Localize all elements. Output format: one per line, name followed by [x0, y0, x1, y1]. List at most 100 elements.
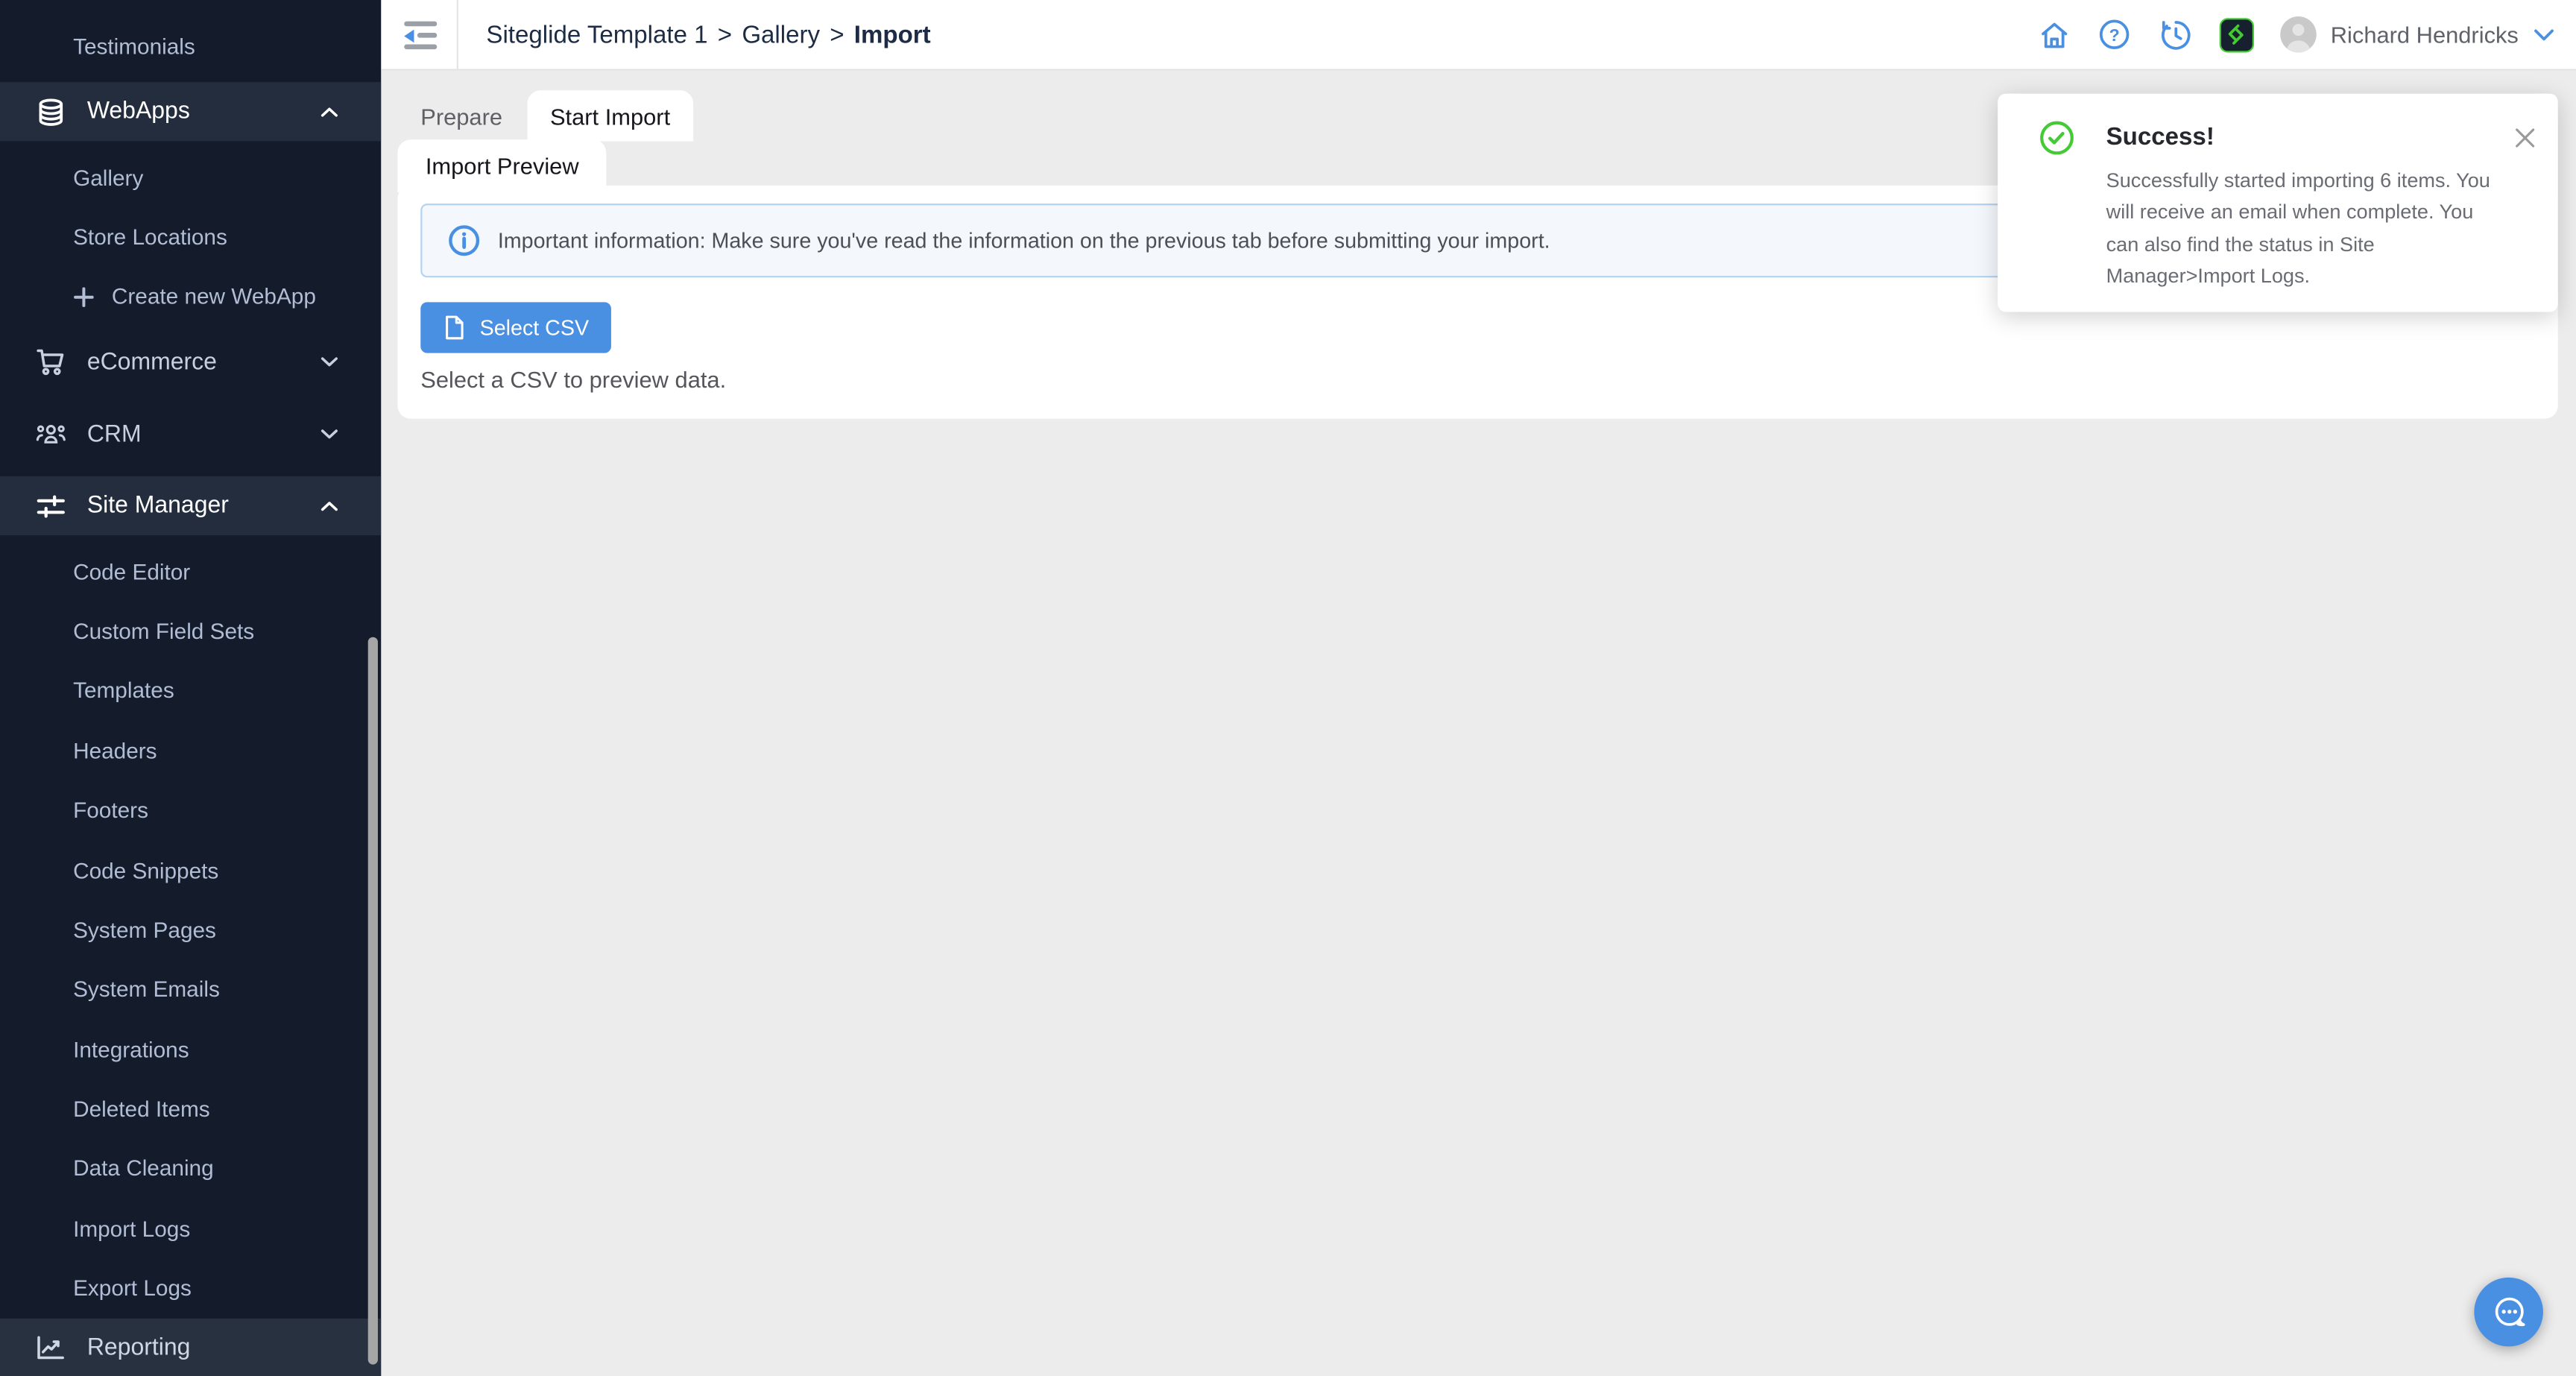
svg-text:?: ? — [2109, 25, 2120, 45]
toast-message: Successfully started importing 6 items. … — [2106, 165, 2527, 292]
sidebar-item-headers[interactable]: Headers — [0, 721, 381, 780]
tab-prepare[interactable]: Prepare — [420, 90, 502, 141]
sidebar-item-footers[interactable]: Footers — [0, 780, 381, 840]
select-csv-label: Select CSV — [480, 315, 590, 340]
breadcrumb-import[interactable]: Import — [854, 21, 931, 48]
close-icon[interactable] — [2513, 127, 2535, 148]
sidebar-item-label: Footers — [73, 798, 148, 823]
breadcrumb-siteglide-template-1[interactable]: Siteglide Template 1 — [486, 21, 707, 48]
toast-message-line: Successfully started importing 6 items. … — [2106, 165, 2527, 198]
breadcrumb[interactable]: Siteglide Template 1 > Gallery > Import — [486, 0, 930, 69]
sidebar-item-label: Export Logs — [73, 1276, 192, 1301]
sidebar-item-label: Integrations — [73, 1038, 189, 1062]
chart-icon — [36, 1335, 66, 1361]
sidebar-item-gallery[interactable]: Gallery — [0, 148, 381, 207]
sidebar-item-testimonials[interactable]: Testimonials — [0, 16, 381, 76]
tab-start-import[interactable]: Start Import — [527, 90, 693, 141]
sidebar-nav-list: Testimonials WebApps Gallery Store Location… — [0, 0, 381, 1376]
file-icon — [443, 315, 465, 340]
sidebar-item-label: Deleted Items — [73, 1097, 210, 1122]
sidebar-item-label: Gallery — [73, 165, 143, 190]
sidebar-item-code-snippets[interactable]: Code Snippets — [0, 840, 381, 900]
collapse-mid — [404, 29, 437, 42]
check-circle-icon — [2039, 120, 2074, 156]
chevron-down-icon — [2534, 27, 2555, 42]
toast-message-line: can also find the status in Site — [2106, 230, 2527, 262]
database-icon — [36, 98, 66, 125]
breadcrumb-separator: > — [830, 21, 844, 48]
sidebar-item-integrations[interactable]: Integrations — [0, 1020, 381, 1079]
avatar — [2279, 16, 2315, 52]
user-name: Richard Hendricks — [2331, 22, 2519, 48]
sidebar-item-label: Custom Field Sets — [73, 619, 254, 643]
sidebar-item-system-emails[interactable]: System Emails — [0, 960, 381, 1020]
sidebar-item-system-pages[interactable]: System Pages — [0, 900, 381, 960]
cart-icon — [36, 349, 66, 376]
sidebar-item-label: Store Locations — [73, 225, 227, 250]
users-icon — [36, 422, 66, 446]
sidebar-scrollbar[interactable] — [368, 637, 378, 1365]
collapse-bar — [404, 22, 437, 26]
chevron-down-icon — [321, 357, 338, 368]
sidebar-item-create-new-webapp[interactable]: Create new WebApp — [0, 268, 381, 327]
sidebar-item-code-editor[interactable]: Code Editor — [0, 542, 381, 602]
sidebar-item-crm[interactable]: CRM — [0, 405, 381, 464]
sidebar-item-webapps[interactable]: WebApps — [0, 82, 381, 142]
chevron-up-icon — [321, 500, 338, 511]
help-icon[interactable]: ? — [2097, 17, 2132, 51]
toast-title: Success! — [2106, 123, 2214, 151]
main-tabs: Prepare Start Import — [420, 90, 693, 141]
sidebar-item-import-logs[interactable]: Import Logs — [0, 1199, 381, 1258]
toast-message-line: will receive an email when complete. You — [2106, 198, 2527, 230]
plus-icon — [74, 287, 93, 306]
sidebar-item-label: Templates — [73, 679, 174, 704]
info-banner-text: Important information: Make sure you've … — [498, 228, 1550, 253]
home-icon[interactable] — [2036, 17, 2071, 51]
sidebar-item-export-logs[interactable]: Export Logs — [0, 1259, 381, 1319]
toast-message-line: Manager>Import Logs. — [2106, 261, 2527, 293]
chat-button[interactable] — [2474, 1278, 2543, 1347]
sidebar-item-label: Import Logs — [73, 1216, 190, 1241]
app-window: Testimonials WebApps Gallery Store Location… — [0, 0, 2576, 1376]
sidebar-item-label: Create new WebApp — [112, 285, 316, 309]
sliders-icon — [36, 492, 66, 520]
sidebar-item-label: Code Editor — [73, 559, 190, 584]
chat-bubble-icon — [2488, 1292, 2529, 1333]
sidebar-item-label: Headers — [73, 739, 157, 763]
sidebar-item-site-manager[interactable]: Site Manager — [0, 476, 381, 536]
siteglide-logo-icon[interactable] — [2219, 17, 2253, 51]
sidebar-item-label: WebApps — [87, 99, 190, 125]
breadcrumb-separator: > — [718, 21, 732, 48]
sidebar-item-templates[interactable]: Templates — [0, 661, 381, 721]
chevron-down-icon — [321, 429, 338, 440]
history-icon[interactable] — [2158, 17, 2192, 51]
sidebar-item-label: System Emails — [73, 977, 220, 1002]
topbar-divider — [457, 0, 458, 69]
info-icon — [447, 224, 482, 258]
sidebar: Testimonials WebApps Gallery Store Location… — [0, 0, 381, 1376]
topbar: Siteglide Template 1 > Gallery > Import ? — [381, 0, 2576, 71]
csv-hint-text: Select a CSV to preview data. — [420, 366, 726, 392]
tab-import-preview[interactable]: Import Preview — [397, 139, 607, 192]
success-toast: Success! Successfully started importing … — [1998, 94, 2558, 312]
sidebar-item-ecommerce[interactable]: eCommerce — [0, 333, 381, 393]
sidebar-item-data-cleaning[interactable]: Data Cleaning — [0, 1139, 381, 1199]
collapse-sidebar-icon[interactable] — [404, 22, 437, 49]
sidebar-item-label: CRM — [87, 421, 142, 447]
sidebar-item-label: Reporting — [87, 1335, 191, 1361]
collapse-bar — [404, 45, 437, 49]
select-csv-button[interactable]: Select CSV — [420, 302, 612, 353]
sidebar-item-deleted-items[interactable]: Deleted Items — [0, 1079, 381, 1139]
sidebar-item-label: Site Manager — [87, 493, 229, 519]
breadcrumb-gallery[interactable]: Gallery — [742, 21, 820, 48]
arrow-left-icon — [404, 29, 414, 42]
sidebar-item-label: Data Cleaning — [73, 1157, 214, 1181]
sidebar-item-label: Testimonials — [73, 34, 195, 59]
topbar-actions: ? — [2036, 0, 2554, 69]
sidebar-item-custom-field-sets[interactable]: Custom Field Sets — [0, 602, 381, 661]
sidebar-item-label: Code Snippets — [73, 858, 218, 883]
sidebar-item-reporting[interactable]: Reporting — [0, 1319, 381, 1376]
collapse-bar — [417, 34, 437, 38]
user-menu[interactable]: Richard Hendricks — [2279, 16, 2554, 52]
sidebar-item-store-locations[interactable]: Store Locations — [0, 207, 381, 267]
